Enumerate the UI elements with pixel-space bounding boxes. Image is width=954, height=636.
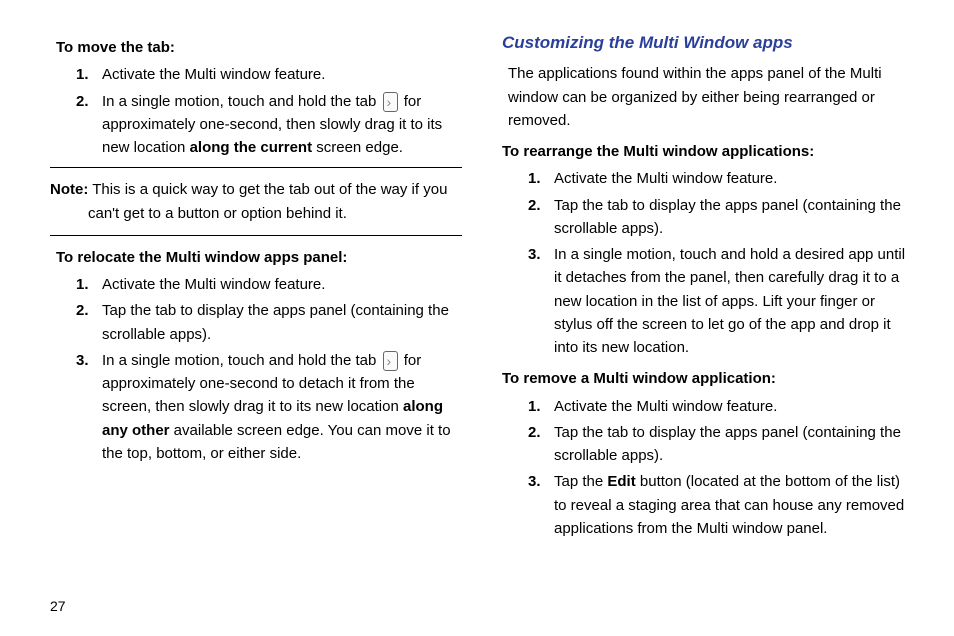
step-text: Activate the Multi window feature.	[102, 66, 325, 83]
divider	[50, 167, 462, 168]
rearrange-heading: To rearrange the Multi window applicatio…	[502, 140, 914, 163]
list-item: Tap the tab to display the apps panel (c…	[502, 194, 914, 241]
rearrange-list: Activate the Multi window feature. Tap t…	[502, 167, 914, 359]
remove-list: Activate the Multi window feature. Tap t…	[502, 395, 914, 541]
step-text: In a single motion, touch and hold the t…	[102, 93, 381, 110]
list-item: Activate the Multi window feature.	[502, 395, 914, 418]
note-label: Note:	[50, 181, 88, 198]
step-text: screen edge.	[312, 139, 403, 156]
list-item: Tap the tab to display the apps panel (c…	[50, 299, 462, 346]
step-text: Tap the tab to display the apps panel (c…	[554, 424, 901, 464]
list-item: Activate the Multi window feature.	[502, 167, 914, 190]
step-text: Activate the Multi window feature.	[554, 170, 777, 187]
list-item: Tap the tab to display the apps panel (c…	[502, 421, 914, 468]
remove-heading: To remove a Multi window application:	[502, 367, 914, 390]
list-item: In a single motion, touch and hold the t…	[50, 90, 462, 160]
list-item: Activate the Multi window feature.	[50, 63, 462, 86]
bold-text: Edit	[607, 473, 635, 490]
bold-text: along the current	[190, 139, 313, 156]
page-number: 27	[50, 598, 66, 614]
list-item: In a single motion, touch and hold a des…	[502, 243, 914, 359]
right-column: Customizing the Multi Window apps The ap…	[502, 30, 914, 543]
relocate-list: Activate the Multi window feature. Tap t…	[50, 273, 462, 465]
note-block: Note: This is a quick way to get the tab…	[50, 178, 462, 225]
step-text: Activate the Multi window feature.	[554, 398, 777, 415]
intro-paragraph: The applications found within the apps p…	[502, 62, 914, 132]
note-text: This is a quick way to get the tab out o…	[88, 181, 447, 221]
step-text: Tap the tab to display the apps panel (c…	[102, 302, 449, 342]
list-item: Tap the Edit button (located at the bott…	[502, 470, 914, 540]
tab-icon	[383, 351, 398, 371]
step-text: Tap the tab to display the apps panel (c…	[554, 197, 901, 237]
list-item: Activate the Multi window feature.	[50, 273, 462, 296]
left-column: To move the tab: Activate the Multi wind…	[50, 30, 462, 543]
step-text: Activate the Multi window feature.	[102, 276, 325, 293]
move-tab-list: Activate the Multi window feature. In a …	[50, 63, 462, 159]
step-text: In a single motion, touch and hold the t…	[102, 352, 381, 369]
move-tab-heading: To move the tab:	[50, 36, 462, 59]
step-text: Tap the	[554, 473, 607, 490]
divider	[50, 235, 462, 236]
relocate-heading: To relocate the Multi window apps panel:	[50, 246, 462, 269]
step-text: In a single motion, touch and hold a des…	[554, 246, 905, 356]
list-item: In a single motion, touch and hold the t…	[50, 349, 462, 465]
section-title: Customizing the Multi Window apps	[502, 30, 914, 56]
tab-icon	[383, 92, 398, 112]
